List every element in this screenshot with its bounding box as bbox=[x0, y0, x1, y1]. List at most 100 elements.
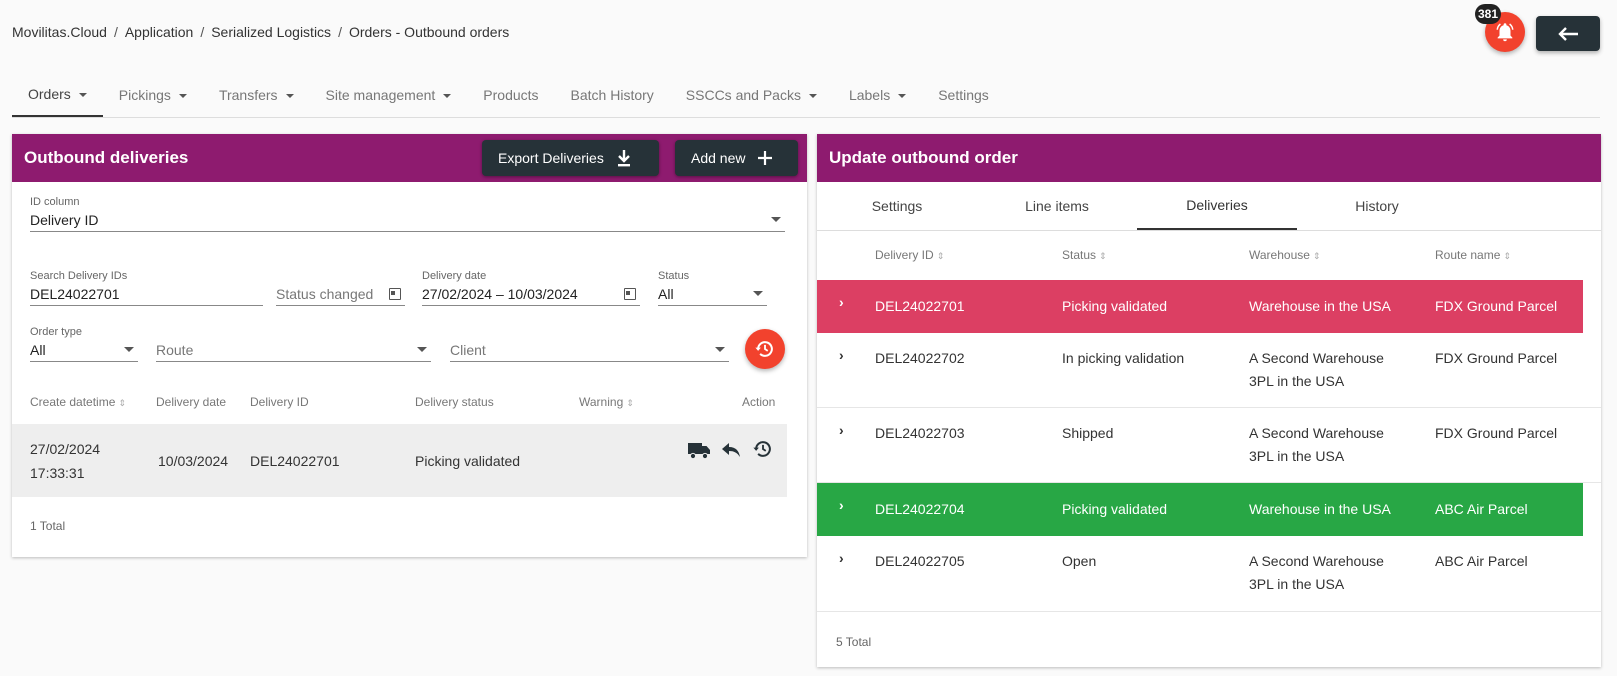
card-header: Outbound deliveries Export Deliveries Ad… bbox=[12, 134, 807, 182]
nav-products[interactable]: Products bbox=[467, 72, 554, 117]
cell-route-name: FDX Ground Parcel bbox=[1435, 298, 1558, 314]
sort-icon: ⇕ bbox=[936, 251, 945, 261]
order-type-select[interactable]: Order type All bbox=[30, 326, 138, 362]
col-delivery-id[interactable]: Delivery ID ⇕ bbox=[875, 248, 944, 262]
status-select[interactable]: Status All bbox=[658, 270, 767, 306]
col-action: Action bbox=[742, 395, 776, 409]
col-warning[interactable]: Warning ⇕ bbox=[579, 395, 634, 409]
cell-status: Shipped bbox=[1062, 425, 1114, 441]
cell-route-name: FDX Ground Parcel bbox=[1435, 350, 1558, 366]
dropdown-arrow-icon bbox=[715, 347, 725, 352]
chevron-right-icon[interactable]: › bbox=[839, 294, 844, 310]
cell-delivery-id: DEL24022705 bbox=[875, 553, 965, 569]
tab-line-items[interactable]: Line items bbox=[977, 182, 1137, 230]
breadcrumb-item[interactable]: Serialized Logistics bbox=[211, 24, 331, 40]
cell-route-name: ABC Air Parcel bbox=[1435, 501, 1528, 517]
tab-deliveries[interactable]: Deliveries bbox=[1137, 182, 1297, 230]
cell-delivery-id: DEL24022701 bbox=[250, 453, 340, 469]
cell-warehouse: A Second Warehouse bbox=[1249, 425, 1384, 441]
history-icon[interactable] bbox=[752, 438, 774, 465]
col-route-name[interactable]: Route name ⇕ bbox=[1435, 248, 1511, 262]
breadcrumb-item[interactable]: Application bbox=[125, 24, 194, 40]
col-status[interactable]: Status ⇕ bbox=[1062, 248, 1107, 262]
calendar-icon[interactable] bbox=[389, 287, 401, 300]
main-nav: Orders Pickings Transfers Site managemen… bbox=[12, 72, 1600, 118]
col-delivery-id: Delivery ID bbox=[250, 395, 309, 409]
cell-status: In picking validation bbox=[1062, 350, 1185, 366]
export-deliveries-button[interactable]: Export Deliveries bbox=[482, 140, 659, 176]
nav-labels[interactable]: Labels bbox=[833, 72, 922, 117]
chevron-right-icon[interactable]: › bbox=[839, 347, 844, 363]
tab-settings[interactable]: Settings bbox=[817, 182, 977, 230]
status-changed-date-input[interactable]: Status changed bbox=[276, 270, 405, 306]
cell-delivery-id: DEL24022702 bbox=[875, 350, 965, 366]
breadcrumb-item: Orders - Outbound orders bbox=[348, 24, 510, 40]
outbound-deliveries-card: Outbound deliveries Export Deliveries Ad… bbox=[12, 134, 807, 557]
total-count: 5 Total bbox=[836, 635, 872, 649]
col-create-datetime[interactable]: Create datetime ⇕ bbox=[30, 395, 126, 409]
nav-settings[interactable]: Settings bbox=[922, 72, 1005, 117]
truck-icon[interactable] bbox=[687, 440, 711, 465]
search-delivery-ids-input[interactable]: Search Delivery IDs DEL24022701 bbox=[30, 270, 263, 306]
cell-delivery-date: 10/03/2024 bbox=[158, 453, 229, 469]
arrow-left-icon bbox=[1558, 26, 1578, 41]
cell-route-name: ABC Air Parcel bbox=[1435, 553, 1528, 569]
route-select[interactable]: Route bbox=[156, 326, 431, 362]
caret-down-icon bbox=[285, 93, 294, 98]
calendar-icon[interactable] bbox=[624, 287, 636, 300]
notification-count-badge: 381 bbox=[1475, 4, 1502, 24]
cell-warehouse-sub: 3PL in the USA bbox=[1249, 448, 1345, 464]
plus-icon bbox=[758, 151, 773, 165]
delivery-date-range-input[interactable]: Delivery date 27/02/2024 – 10/03/2024 bbox=[422, 270, 640, 306]
tab-history[interactable]: History bbox=[1297, 182, 1457, 230]
bell-icon bbox=[1496, 23, 1514, 42]
order-tabs: Settings Line items Deliveries History bbox=[817, 182, 1601, 231]
breadcrumb: Movilitas.Cloud / Application / Serialized… bbox=[12, 24, 510, 40]
cell-create-time: 17:33:31 bbox=[30, 465, 85, 481]
delivery-row[interactable]: › DEL24022702 In picking validation A Se… bbox=[817, 333, 1601, 408]
reset-filters-button[interactable] bbox=[745, 329, 785, 369]
caret-down-icon bbox=[78, 92, 87, 97]
id-column-select[interactable]: ID column Delivery ID bbox=[30, 196, 785, 232]
nav-pickings[interactable]: Pickings bbox=[103, 72, 203, 117]
col-warehouse[interactable]: Warehouse ⇕ bbox=[1249, 248, 1320, 262]
nav-site-management[interactable]: Site management bbox=[310, 72, 468, 117]
nav-orders[interactable]: Orders bbox=[12, 72, 103, 117]
download-icon bbox=[617, 150, 630, 167]
cell-warehouse: A Second Warehouse bbox=[1249, 553, 1384, 569]
reply-icon[interactable] bbox=[721, 441, 741, 464]
add-new-button[interactable]: Add new bbox=[675, 140, 798, 176]
cell-status: Picking validated bbox=[1062, 298, 1168, 314]
card-title: Update outbound order bbox=[829, 148, 1018, 167]
cell-delivery-id: DEL24022704 bbox=[875, 501, 965, 517]
sort-icon: ⇕ bbox=[118, 398, 126, 408]
back-button[interactable] bbox=[1536, 16, 1600, 51]
breadcrumb-item[interactable]: Movilitas.Cloud bbox=[12, 24, 107, 40]
dropdown-arrow-icon bbox=[753, 291, 763, 296]
delivery-row[interactable]: › DEL24022704 Picking validated Warehous… bbox=[817, 483, 1583, 536]
cell-warehouse: Warehouse in the USA bbox=[1249, 298, 1391, 314]
chevron-right-icon[interactable]: › bbox=[839, 422, 844, 438]
nav-transfers[interactable]: Transfers bbox=[203, 72, 310, 117]
cell-create-date: 27/02/2024 bbox=[30, 441, 101, 457]
total-count: 1 Total bbox=[30, 519, 66, 533]
chevron-right-icon[interactable]: › bbox=[839, 550, 844, 566]
delivery-row[interactable]: › DEL24022705 Open A Second Warehouse 3P… bbox=[817, 536, 1601, 612]
client-select[interactable]: Client bbox=[450, 326, 729, 362]
caret-down-icon bbox=[898, 93, 907, 98]
nav-ssccs-packs[interactable]: SSCCs and Packs bbox=[670, 72, 833, 117]
caret-down-icon bbox=[178, 93, 187, 98]
table-row[interactable] bbox=[12, 424, 787, 497]
cell-warehouse: Warehouse in the USA bbox=[1249, 501, 1391, 517]
history-icon bbox=[755, 341, 773, 357]
cell-delivery-status: Picking validated bbox=[415, 453, 521, 469]
chevron-right-icon[interactable]: › bbox=[839, 497, 844, 513]
sort-icon: ⇕ bbox=[1503, 251, 1511, 261]
delivery-row[interactable]: › DEL24022701 Picking validated Warehous… bbox=[817, 280, 1583, 333]
sort-icon: ⇕ bbox=[1099, 251, 1107, 261]
cell-status: Picking validated bbox=[1062, 501, 1168, 517]
caret-down-icon bbox=[443, 93, 452, 98]
update-outbound-order-card: Update outbound order Settings Line item… bbox=[817, 134, 1601, 667]
nav-batch-history[interactable]: Batch History bbox=[555, 72, 670, 117]
delivery-row[interactable]: › DEL24022703 Shipped A Second Warehouse… bbox=[817, 408, 1601, 483]
